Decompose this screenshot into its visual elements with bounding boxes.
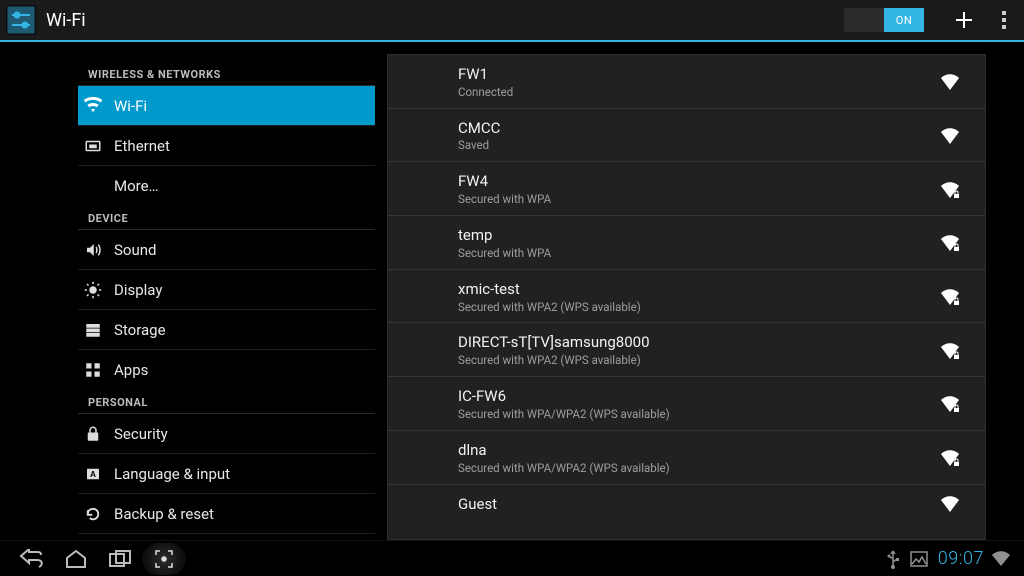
network-ssid: dlna [458,441,935,460]
wifi-icon [84,97,114,115]
sidebar-item-storage[interactable]: Storage [78,310,375,350]
settings-app-icon [0,0,42,41]
wifi-network-row[interactable]: xmic-testSecured with WPA2 (WPS availabl… [388,270,985,324]
network-ssid: FW4 [458,172,935,191]
display-icon [84,281,114,299]
storage-icon [84,321,114,339]
wifi-network-list: FW1ConnectedCMCCSavedFW4Secured with WPA… [387,54,986,540]
network-status: Secured with WPA [458,246,935,261]
sidebar-item-backup[interactable]: Backup & reset [78,494,375,534]
wifi-network-row[interactable]: dlnaSecured with WPA/WPA2 (WPS available… [388,431,985,485]
network-ssid: Guest [458,495,935,514]
nav-recents-button[interactable] [98,543,142,575]
sidebar-item-more[interactable]: More… [78,166,375,206]
wifi-status-icon [988,543,1014,575]
sidebar-item-sound[interactable]: Sound [78,230,375,270]
status-clock[interactable]: 09:07 [938,548,984,569]
signal-strength-icon [935,73,965,91]
backup-icon [84,505,114,523]
sidebar-item-label: More… [114,177,159,195]
plus-icon [953,9,975,31]
sidebar-item-wifi[interactable]: Wi-Fi [78,86,375,126]
wifi-toggle[interactable]: ON [844,8,924,32]
home-icon [64,549,88,569]
signal-strength-icon [935,342,965,360]
wifi-network-row[interactable]: CMCCSaved [388,109,985,163]
network-ssid: CMCC [458,119,935,138]
sidebar-item-label: Backup & reset [114,505,214,523]
sidebar-item-ethernet[interactable]: Ethernet [78,126,375,166]
page-title: Wi-Fi [46,10,86,31]
sidebar-item-label: Sound [114,241,156,259]
switch-on-label: ON [884,8,924,32]
sidebar-item-label: Apps [114,361,148,379]
add-network-button[interactable] [944,0,984,41]
wifi-network-row[interactable]: tempSecured with WPA [388,216,985,270]
network-status: Saved [458,138,935,153]
recents-icon [108,550,132,568]
usb-status-icon [880,543,906,575]
sidebar-item-security[interactable]: Security [78,414,375,454]
network-status: Connected [458,85,935,100]
signal-strength-icon [935,395,965,413]
network-status: Secured with WPA/WPA2 (WPS available) [458,407,935,422]
wifi-network-row[interactable]: FW4Secured with WPA [388,162,985,216]
section-personal-label: PERSONAL [78,390,375,414]
nav-home-button[interactable] [54,543,98,575]
nav-screenshot-button[interactable] [142,543,186,575]
network-status: Secured with WPA/WPA2 (WPS available) [458,461,935,476]
network-status: Secured with WPA2 (WPS available) [458,353,935,368]
wifi-network-row[interactable]: Guest [388,485,985,522]
sidebar-item-label: Security [114,425,168,443]
network-status: Secured with WPA [458,192,935,207]
system-nav-bar: 09:07 [0,540,1024,576]
signal-strength-icon [935,495,965,513]
sidebar-item-label: Ethernet [114,137,170,155]
nav-back-button[interactable] [10,543,54,575]
overflow-icon [1001,10,1007,30]
sound-icon [84,241,114,259]
network-status: Secured with WPA2 (WPS available) [458,300,935,315]
settings-sidebar: WIRELESS & NETWORKS Wi-Fi Ethernet More…… [0,42,375,540]
apps-icon [84,361,114,379]
signal-strength-icon [935,449,965,467]
screenshot-icon [155,550,173,568]
signal-strength-icon [935,234,965,252]
ethernet-icon [84,137,114,155]
wifi-network-row[interactable]: FW1Connected [388,55,985,109]
network-ssid: IC-FW6 [458,387,935,406]
sidebar-item-apps[interactable]: Apps [78,350,375,390]
image-status-icon [906,543,932,575]
back-icon [19,549,45,569]
overflow-menu-button[interactable] [984,0,1024,41]
section-wireless-label: WIRELESS & NETWORKS [78,62,375,86]
language-icon: A [84,465,114,483]
sidebar-item-label: Display [114,281,162,299]
section-device-label: DEVICE [78,206,375,230]
svg-text:A: A [90,470,96,479]
sidebar-item-display[interactable]: Display [78,270,375,310]
signal-strength-icon [935,181,965,199]
sidebar-item-language[interactable]: A Language & input [78,454,375,494]
wifi-network-row[interactable]: IC-FW6Secured with WPA/WPA2 (WPS availab… [388,377,985,431]
sidebar-item-label: Storage [114,321,166,339]
network-ssid: DIRECT-sT[TV]samsung8000 [458,333,935,352]
lock-icon [84,425,114,443]
network-ssid: xmic-test [458,280,935,299]
action-bar: Wi-Fi ON [0,0,1024,42]
network-ssid: FW1 [458,65,935,84]
wifi-network-row[interactable]: DIRECT-sT[TV]samsung8000Secured with WPA… [388,323,985,377]
signal-strength-icon [935,288,965,306]
network-ssid: temp [458,226,935,245]
sidebar-item-label: Wi-Fi [114,97,147,115]
signal-strength-icon [935,127,965,145]
sidebar-item-label: Language & input [114,465,230,483]
